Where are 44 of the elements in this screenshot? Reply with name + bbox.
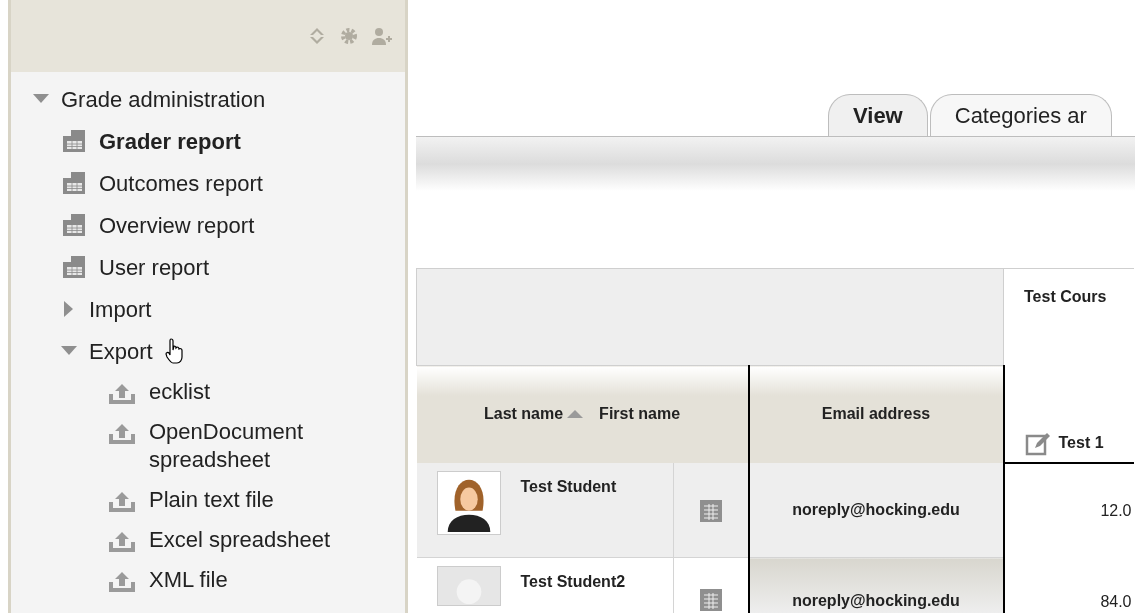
email-cell: noreply@hocking.edu [748,462,1004,558]
grade-item-link[interactable]: Test 1 [1058,430,1104,455]
tab[interactable]: Categories ar [929,94,1112,136]
export-link[interactable]: XML file [149,566,379,594]
course-heading: Test Cours [1024,288,1107,305]
grade-cell[interactable]: 12.0 [1003,462,1134,558]
export-link[interactable]: ecklist [149,378,379,406]
upload-icon [107,382,137,406]
report-link[interactable]: User report [99,250,210,284]
report-icon [61,170,87,196]
sort-link[interactable]: Last name [483,402,564,427]
report-icon [61,254,87,280]
add-user-icon[interactable] [371,26,393,46]
column-header[interactable]: Last name First name [416,365,749,463]
report-link[interactable]: Outcomes report [99,166,263,200]
expanded-triangle-icon[interactable] [33,94,49,104]
export-link[interactable]: Plain text file [149,486,379,514]
folder-label[interactable]: Export [89,334,153,368]
report-icon [61,212,87,238]
avatar-silhouette[interactable] [436,470,501,535]
settings-icon[interactable] [339,26,359,46]
tree-heading[interactable]: Grade administration [61,82,266,116]
student-name-link[interactable]: Test Student [520,470,617,499]
email-cell: noreply@hocking.edu [748,557,1004,613]
report-link[interactable]: Overview report [99,208,255,242]
upload-icon [107,490,137,514]
column-header[interactable]: Email address [748,365,1004,463]
tab[interactable]: View [828,94,928,136]
sort-ascending-icon[interactable] [567,410,584,419]
student-name-link[interactable]: Test Student2 [520,566,626,594]
collapsed-triangle-icon[interactable] [64,301,74,317]
upload-icon [107,422,137,446]
export-link[interactable]: OpenDocument spreadsheet [149,418,379,474]
upload-icon [107,530,137,554]
grade-cell[interactable]: 84.0 [1003,557,1134,613]
upload-icon [107,570,137,594]
expanded-triangle-icon[interactable] [61,346,77,356]
report-icon [61,128,87,154]
folder-label[interactable]: Import [89,292,152,326]
grid-icon[interactable] [699,588,722,611]
report-link[interactable]: Grader report [99,124,241,158]
export-link[interactable]: Excel spreadsheet [149,526,379,554]
sort-link[interactable]: First name [599,402,681,427]
grid-icon[interactable] [699,499,722,522]
